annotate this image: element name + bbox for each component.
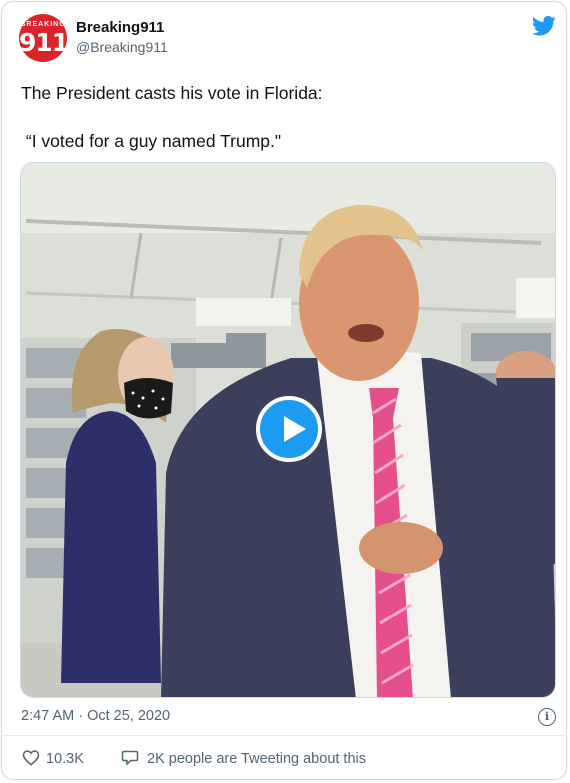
avatar[interactable]: BREAKING 911 — [19, 14, 67, 62]
author-handle[interactable]: @Breaking911 — [76, 39, 168, 55]
info-icon[interactable]: i — [538, 708, 556, 726]
like-button[interactable]: 10.3K — [22, 749, 84, 767]
tweet-card: BREAKING 911 Breaking911 @Breaking911 Th… — [1, 1, 567, 780]
avatar-top-text: BREAKING — [20, 21, 66, 28]
divider — [3, 735, 567, 736]
tweet-timestamp[interactable]: 2:47 AM · Oct 25, 2020 — [21, 708, 170, 724]
twitter-bird-icon[interactable] — [532, 16, 556, 36]
video-player[interactable] — [20, 162, 556, 698]
author-display-name[interactable]: Breaking911 — [76, 19, 164, 36]
tweet-text: The President casts his vote in Florida:… — [21, 83, 323, 151]
heart-icon — [22, 750, 40, 766]
avatar-main-text: 911 — [19, 28, 67, 57]
speech-bubble-icon — [121, 750, 139, 765]
conversation-text: 2K people are Tweeting about this — [147, 751, 367, 767]
conversation-link[interactable]: 2K people are Tweeting about this — [121, 749, 366, 767]
like-count: 10.3K — [46, 751, 84, 767]
play-button[interactable] — [256, 396, 322, 462]
